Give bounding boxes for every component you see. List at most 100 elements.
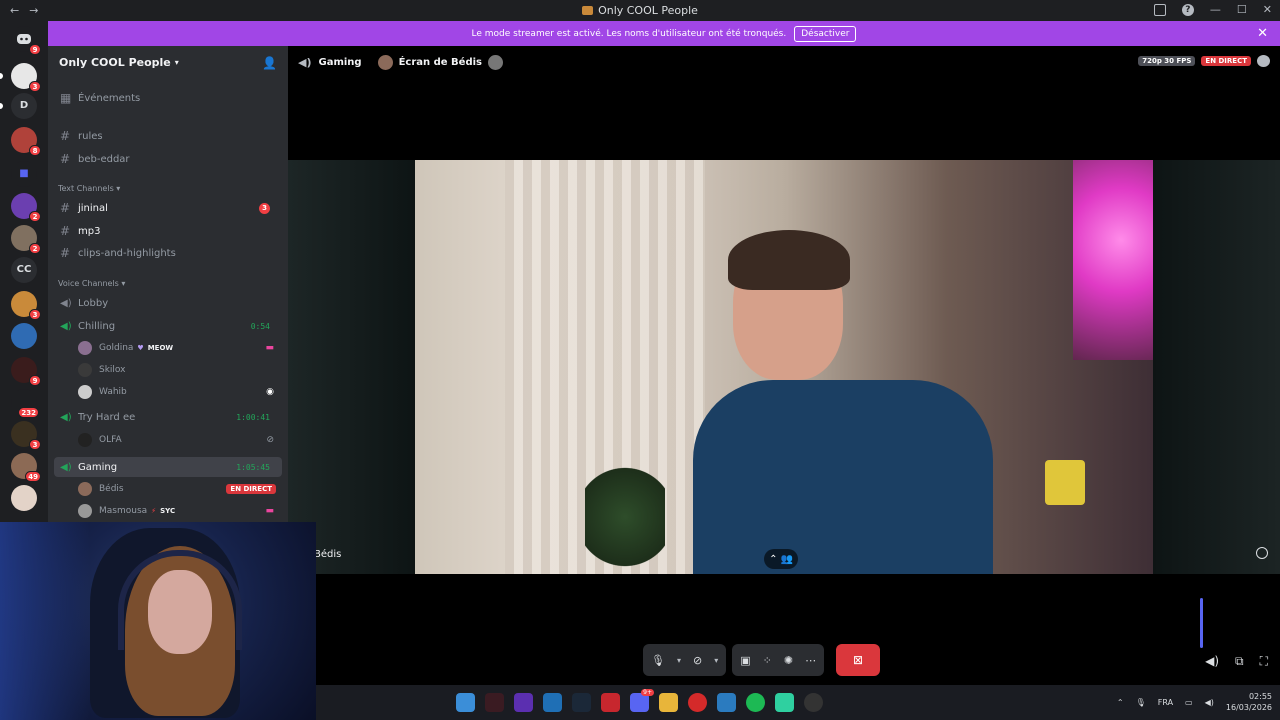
server-folder[interactable]: ■ [11, 161, 37, 187]
server-icon[interactable] [11, 485, 37, 511]
app-icon[interactable] [804, 693, 823, 712]
camera-off-icon[interactable]: ⊘ [693, 654, 702, 667]
fullscreen-icon[interactable]: ⛶ [1260, 654, 1268, 669]
file-explorer-icon[interactable] [659, 693, 678, 712]
calendar-icon: ▦ [60, 91, 72, 105]
soundboard-icon[interactable]: ✺ [784, 654, 793, 667]
voice-channel-gaming[interactable]: ◀) Gaming 1:05:45 [54, 457, 282, 477]
microphone-icon[interactable]: 🎙 [651, 654, 665, 667]
server-icon[interactable]: 9 [11, 357, 41, 386]
server-icon[interactable]: 8 [11, 127, 41, 156]
show-participants-button[interactable]: ⌃ 👥 [764, 549, 798, 569]
chevron-down-icon[interactable]: ▾ [714, 656, 718, 665]
server-icon[interactable]: CC [11, 257, 37, 283]
hang-up-icon: ⊠ [853, 653, 864, 667]
server-icon[interactable]: 3 [11, 291, 41, 320]
game-controller-icon: ▬ [265, 343, 274, 353]
server-icon[interactable] [11, 323, 37, 349]
avatar [78, 433, 92, 447]
text-channels-category[interactable]: Text Channels ▾ [58, 184, 120, 193]
app-icon[interactable] [543, 693, 562, 712]
opera-icon[interactable] [688, 693, 707, 712]
chevron-down-icon[interactable]: ▾ [677, 656, 681, 665]
volume-slider[interactable] [1200, 598, 1203, 648]
stream-video[interactable] [415, 160, 1153, 574]
help-icon[interactable]: ? [1181, 3, 1194, 16]
voice-member[interactable]: OLFA ⊘ [78, 431, 282, 449]
voice-member[interactable]: Wahib ◉ [78, 383, 282, 401]
chat-bubble-icon[interactable] [1257, 55, 1270, 67]
avatar [78, 363, 92, 377]
inbox-icon[interactable] [1153, 3, 1166, 16]
voice-member[interactable]: Goldina ♥ MEOW ▬ [78, 339, 282, 357]
notification-badge: 232 [18, 407, 39, 418]
disconnect-button[interactable]: ⊠ [836, 644, 881, 676]
voice-member[interactable]: Masmousa ⚡ SYC ▬ [78, 502, 282, 520]
voice-member[interactable]: Bédis EN DIRECT [78, 480, 282, 498]
notification-badge: 3 [29, 309, 41, 320]
stream-view-options: ◀) ⧉ ⛶ [1205, 654, 1268, 669]
webcam-overlay [0, 522, 316, 720]
avatar [78, 341, 92, 355]
app-icon[interactable] [775, 693, 794, 712]
steam-icon[interactable] [572, 693, 591, 712]
server-icon[interactable]: 3 [11, 63, 41, 92]
microphone-icon[interactable]: 🎙 [1136, 698, 1146, 707]
discord-icon[interactable]: 9+ [630, 689, 654, 712]
close-window-button[interactable]: ✕ [1263, 3, 1272, 16]
voice-channel-chilling[interactable]: ◀) Chilling 0:54 [54, 316, 282, 336]
invite-people-icon[interactable]: 👤 [262, 56, 277, 70]
heart-icon: ♥ [137, 344, 144, 352]
channel-rules[interactable]: # rules [54, 126, 282, 146]
events-item[interactable]: ▦ Événements [54, 88, 282, 108]
activities-icon[interactable]: ⁘ [763, 654, 772, 667]
pop-out-icon[interactable]: ⧉ [1235, 654, 1244, 669]
voice-channel-lobby[interactable]: ◀) Lobby [54, 293, 282, 313]
more-options-icon[interactable]: ⋯ [805, 654, 816, 667]
activity-controls: ▣ ⁘ ✺ ⋯ [732, 644, 825, 676]
volume-icon[interactable]: ◀) [1205, 698, 1214, 707]
channel-beb-eddar[interactable]: # beb-eddar [54, 149, 282, 169]
volume-icon[interactable]: ◀) [1205, 654, 1219, 669]
chevron-up-icon[interactable]: ⌃ [1117, 698, 1124, 707]
screen-share-icon[interactable]: ▣ [740, 654, 750, 667]
stream-video-area[interactable] [288, 160, 1280, 574]
server-icon[interactable]: 49 [11, 453, 41, 482]
minimize-button[interactable]: — [1210, 3, 1221, 16]
language-indicator[interactable]: FRA [1158, 698, 1173, 707]
speaker-icon: ◀) [298, 55, 312, 69]
close-banner-icon[interactable]: ✕ [1257, 26, 1268, 41]
channel-jininal[interactable]: # jininal 3 [54, 198, 282, 218]
server-icon[interactable]: 2 [11, 225, 41, 254]
app-icon[interactable] [717, 693, 736, 712]
member-tag: SYC [160, 507, 176, 515]
channel-clips-and-highlights[interactable]: # clips-and-highlights [54, 243, 282, 263]
voice-channels-category[interactable]: Voice Channels ▾ [58, 279, 125, 288]
app-icon[interactable] [514, 693, 533, 712]
speaker-icon: ◀) [60, 461, 72, 473]
discord-home-button[interactable]: 9 [11, 26, 41, 55]
start-icon[interactable] [456, 693, 475, 712]
server-icon[interactable]: 232 [11, 389, 39, 418]
shirt [693, 380, 993, 574]
server-icon[interactable]: 3 [11, 421, 41, 450]
server-icon[interactable]: D [11, 93, 37, 119]
notification-badge: 3 [29, 81, 41, 92]
chevron-down-icon: ▾ [174, 57, 179, 67]
clock[interactable]: 02:55 16/03/2026 [1226, 691, 1272, 713]
server-icon[interactable]: 2 [11, 193, 41, 222]
app-icon[interactable] [601, 693, 620, 712]
stream-title: Écran de Bédis [398, 56, 482, 68]
voice-channel-try-hard[interactable]: ◀) Try Hard ee 1:00:41 [54, 407, 282, 427]
disable-streamer-mode-button[interactable]: Désactiver [794, 25, 857, 42]
spotify-icon[interactable] [746, 693, 765, 712]
channel-mp3[interactable]: # mp3 [54, 221, 282, 241]
voice-member[interactable]: Skilox [78, 361, 282, 379]
network-icon[interactable]: ▭ [1185, 698, 1193, 707]
server-header[interactable]: Only COOL People ▾ 👤 [48, 46, 288, 78]
zoom-icon[interactable] [1256, 547, 1268, 559]
banner-message: Le mode streamer est activé. Les noms d'… [471, 28, 787, 39]
app-icon[interactable] [485, 693, 504, 712]
hair [728, 230, 850, 290]
maximize-button[interactable]: ☐ [1237, 3, 1247, 16]
